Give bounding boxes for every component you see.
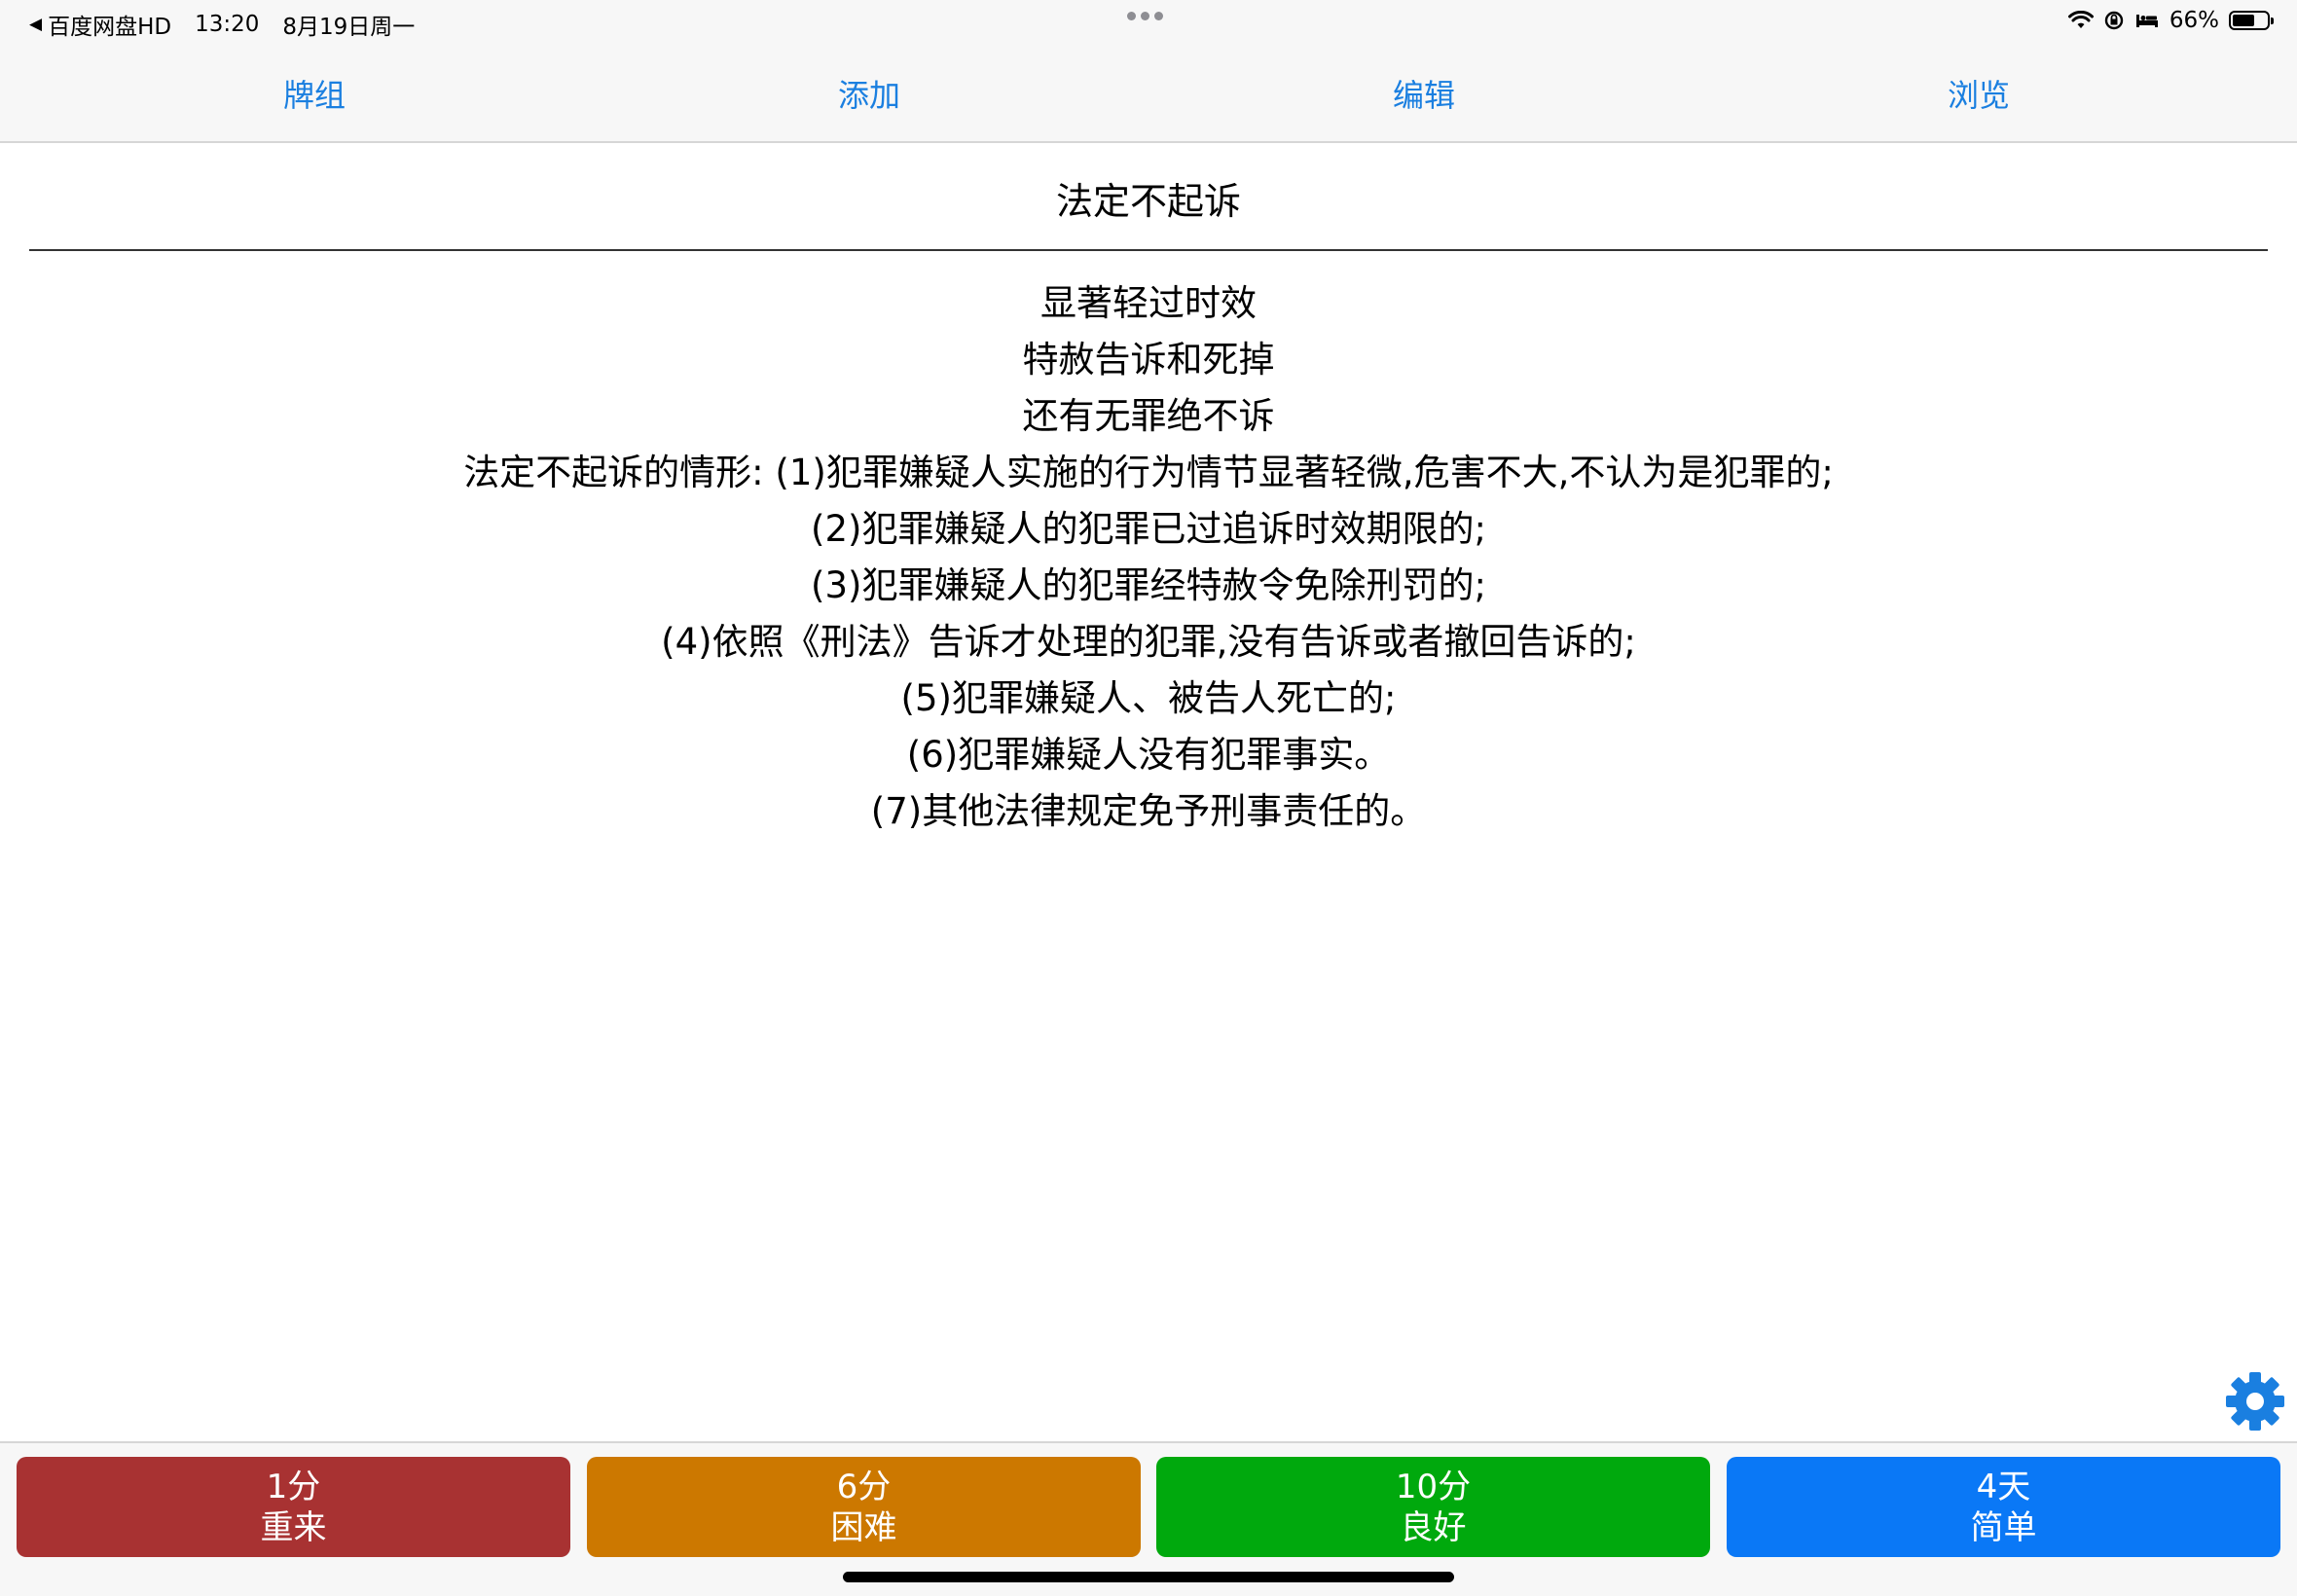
tab-edit[interactable]: 编辑 xyxy=(1147,45,1701,142)
answer-line: 特赦告诉和死掉 xyxy=(1022,339,1275,381)
status-time: 13:20 xyxy=(195,12,260,37)
status-left: ◀ 百度网盘HD 13:20 8月19日周一 xyxy=(29,8,415,41)
good-interval: 10分 xyxy=(1395,1467,1472,1506)
battery-icon xyxy=(2229,11,2274,30)
hard-label: 困难 xyxy=(830,1507,897,1547)
sleep-mode-bed-icon xyxy=(2135,15,2158,27)
status-right: 66% xyxy=(2067,8,2274,33)
good-button[interactable]: 10分 良好 xyxy=(1156,1457,1710,1557)
again-button[interactable]: 1分 重来 xyxy=(17,1457,570,1557)
orientation-lock-icon xyxy=(2104,11,2124,30)
dot xyxy=(1141,12,1149,20)
answer-line: (3)犯罪嫌疑人的犯罪经特赦令免除刑罚的; xyxy=(811,564,1486,606)
answer-line: (7)其他法律规定免予刑事责任的。 xyxy=(870,790,1427,832)
battery-fill xyxy=(2233,15,2254,26)
easy-label: 简单 xyxy=(1970,1507,2037,1547)
battery-percent: 66% xyxy=(2169,8,2219,33)
again-interval: 1分 xyxy=(266,1467,321,1506)
easy-button[interactable]: 4天 简单 xyxy=(1727,1457,2280,1557)
settings-gear-button[interactable] xyxy=(2224,1370,2286,1433)
tab-add[interactable]: 添加 xyxy=(592,45,1147,142)
dot xyxy=(1127,12,1136,20)
answer-line: (2)犯罪嫌疑人的犯罪已过追诉时效期限的; xyxy=(811,508,1486,550)
answer-line: (6)犯罪嫌疑人没有犯罪事实。 xyxy=(906,734,1391,776)
good-label: 良好 xyxy=(1400,1507,1467,1547)
answer-line: (4)依照《刑法》告诉才处理的犯罪,没有告诉或者撤回告诉的; xyxy=(661,621,1636,663)
battery-cap xyxy=(2271,18,2274,24)
home-indicator[interactable] xyxy=(843,1572,1454,1582)
status-bar: ◀ 百度网盘HD 13:20 8月19日周一 66% xyxy=(0,0,2297,45)
question-answer-divider xyxy=(29,249,2268,251)
tab-decks[interactable]: 牌组 xyxy=(37,45,592,142)
answer-line: 还有无罪绝不诉 xyxy=(1022,395,1275,437)
card-question: 法定不起诉 xyxy=(1055,180,1241,223)
answer-line: 显著轻过时效 xyxy=(1040,282,1257,324)
back-to-app-link[interactable]: 百度网盘HD xyxy=(48,8,171,41)
easy-interval: 4天 xyxy=(1976,1467,2031,1506)
again-label: 重来 xyxy=(260,1507,327,1547)
hard-interval: 6分 xyxy=(836,1467,892,1506)
hard-button[interactable]: 6分 困难 xyxy=(587,1457,1141,1557)
wifi-icon xyxy=(2067,11,2094,28)
answer-line: (5)犯罪嫌疑人、被告人死亡的; xyxy=(900,677,1397,719)
card-answer: 显著轻过时效 特赦告诉和死掉 还有无罪绝不诉 法定不起诉的情形: (1)犯罪嫌疑… xyxy=(0,275,2297,840)
status-date: 8月19日周一 xyxy=(282,15,416,40)
back-arrow-icon[interactable]: ◀ xyxy=(29,15,42,34)
tab-browse[interactable]: 浏览 xyxy=(1701,45,2256,142)
gear-icon xyxy=(2226,1372,2284,1431)
top-tab-bar: 牌组 添加 编辑 浏览 xyxy=(0,45,2297,143)
dot xyxy=(1154,12,1163,20)
answer-line: 法定不起诉的情形: (1)犯罪嫌疑人实施的行为情节显著轻微,危害不大,不认为是犯… xyxy=(463,452,1834,493)
multitasking-dots-icon[interactable] xyxy=(1127,12,1163,20)
